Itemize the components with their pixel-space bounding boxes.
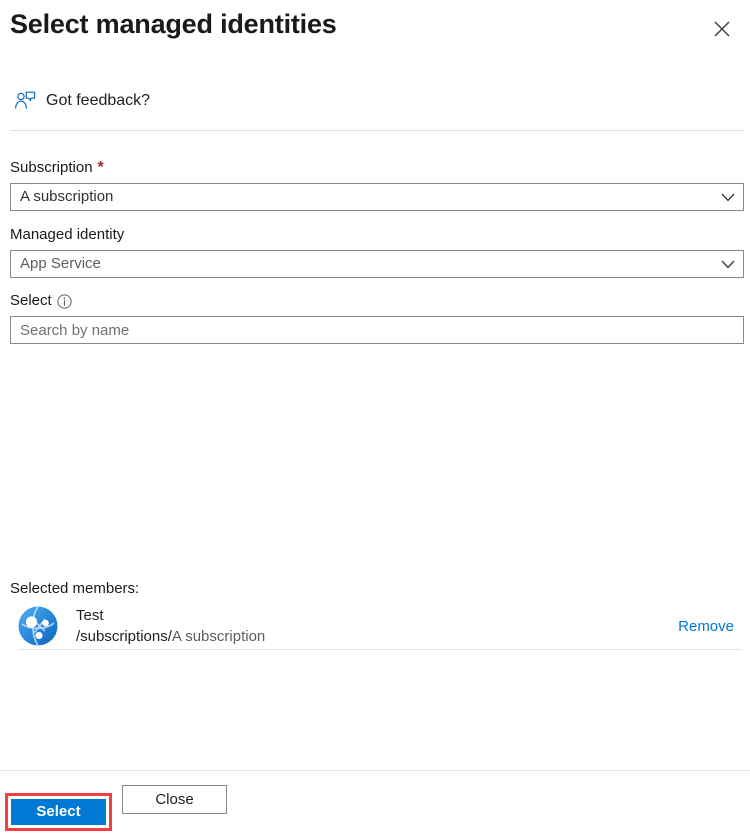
got-feedback-label: Got feedback? [46, 92, 151, 109]
select-label-text: Select [10, 292, 52, 309]
chevron-down-icon [713, 260, 743, 269]
selected-members-section: Selected members: Test /subscriptions/A … [10, 580, 744, 650]
managed-identity-avatar-icon [18, 606, 58, 646]
managed-identity-label: Managed identity [10, 225, 744, 245]
header-divider [10, 130, 744, 131]
subscription-label: Subscription * [10, 158, 744, 178]
member-details: Test /subscriptions/A subscription [76, 606, 678, 647]
member-row-divider [18, 649, 742, 650]
subscription-selected-value: A subscription [20, 188, 114, 205]
remove-member-link[interactable]: Remove [678, 618, 734, 635]
managed-identity-selected-value: App Service [20, 255, 101, 272]
member-subscription-path: /subscriptions/A subscription [76, 626, 678, 647]
dialog-footer: Select [0, 771, 750, 835]
close-icon [713, 20, 731, 38]
chevron-down-icon [713, 193, 743, 202]
selected-members-title: Selected members: [10, 580, 140, 597]
identity-form: Subscription * A subscription Managed id… [10, 158, 744, 344]
close-dialog-button[interactable]: Close [122, 785, 227, 814]
feedback-person-icon [14, 90, 36, 112]
member-name: Test [76, 606, 104, 624]
page-title: Select managed identities [10, 9, 337, 39]
select-button-highlight: Select [5, 793, 112, 831]
subscription-dropdown[interactable]: A subscription [10, 183, 744, 211]
subscription-label-text: Subscription [10, 159, 93, 176]
select-button[interactable]: Select [11, 799, 106, 825]
member-subscription-name: A subscription [171, 627, 266, 645]
info-icon[interactable] [57, 293, 72, 309]
dialog-header: Select managed identities [0, 0, 750, 60]
managed-identity-label-text: Managed identity [10, 226, 125, 243]
managed-identity-dropdown[interactable]: App Service [10, 250, 744, 278]
required-indicator: * [97, 159, 104, 176]
list-item: Test /subscriptions/A subscription Remov… [10, 603, 744, 649]
got-feedback-link[interactable]: Got feedback? [14, 90, 150, 112]
member-path: /subscriptions/ [76, 627, 172, 645]
select-label: Select [10, 291, 744, 311]
close-button[interactable] [706, 13, 738, 45]
search-input[interactable] [10, 316, 744, 344]
